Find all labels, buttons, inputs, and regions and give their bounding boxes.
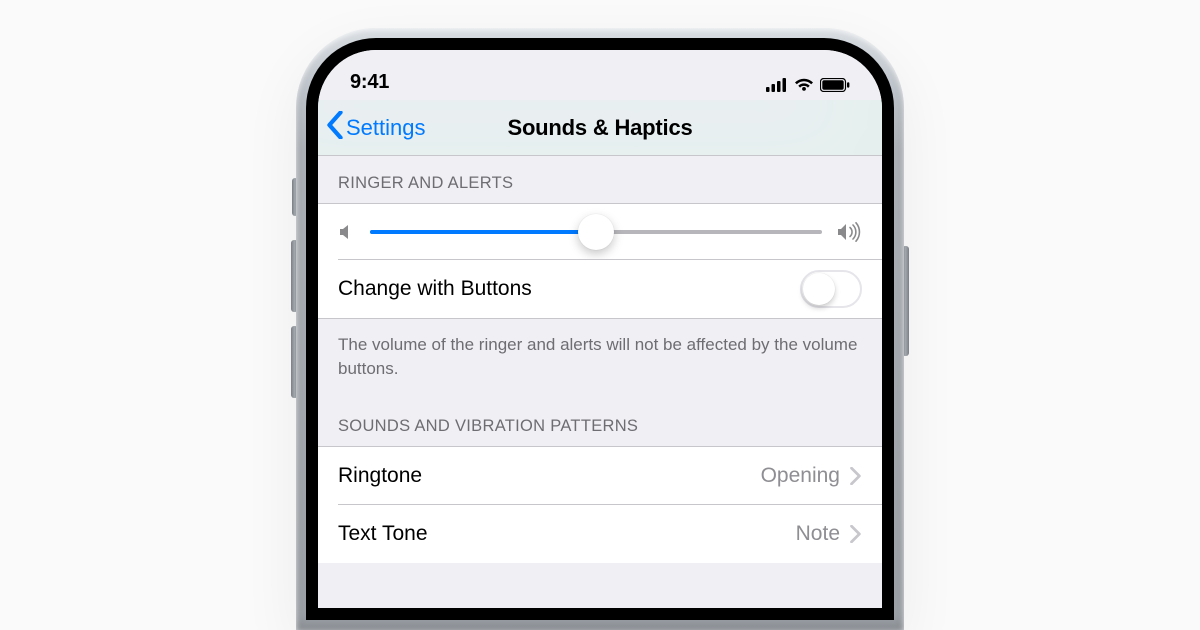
text-tone-value: Note (796, 522, 840, 546)
change-with-buttons-label: Change with Buttons (338, 277, 800, 301)
change-with-buttons-cell[interactable]: Change with Buttons (318, 260, 882, 319)
volume-high-icon (836, 222, 862, 242)
chevron-right-icon (850, 467, 862, 485)
ringtone-value: Opening (761, 464, 840, 488)
section-header-ringer: RINGER AND ALERTS (318, 156, 882, 203)
chevron-left-icon (326, 111, 344, 145)
section-footer-ringer: The volume of the ringer and alerts will… (318, 319, 882, 389)
screen: 9:41 (318, 50, 882, 608)
cellular-icon (766, 78, 788, 92)
nav-title: Sounds & Haptics (507, 115, 692, 141)
ringtone-label: Ringtone (338, 464, 761, 488)
nav-bar: Settings Sounds & Haptics (318, 100, 882, 156)
text-tone-cell[interactable]: Text Tone Note (318, 505, 882, 563)
ringer-volume-slider[interactable] (370, 230, 822, 234)
volume-low-icon (338, 223, 356, 241)
toggle-knob (803, 273, 835, 305)
slider-thumb[interactable] (578, 214, 614, 250)
ringer-volume-cell (318, 203, 882, 260)
section-header-sounds: SOUNDS AND VIBRATION PATTERNS (318, 389, 882, 446)
status-time: 9:41 (350, 71, 389, 96)
slider-fill (370, 230, 596, 234)
wifi-icon (794, 78, 814, 92)
back-label: Settings (346, 115, 426, 141)
ringtone-cell[interactable]: Ringtone Opening (318, 446, 882, 505)
back-button[interactable]: Settings (326, 111, 426, 145)
change-with-buttons-toggle[interactable] (800, 270, 862, 308)
status-bar: 9:41 (318, 50, 882, 100)
text-tone-label: Text Tone (338, 522, 796, 546)
iphone-frame: 9:41 (296, 28, 904, 630)
chevron-right-icon (850, 525, 862, 543)
battery-icon (820, 78, 850, 92)
